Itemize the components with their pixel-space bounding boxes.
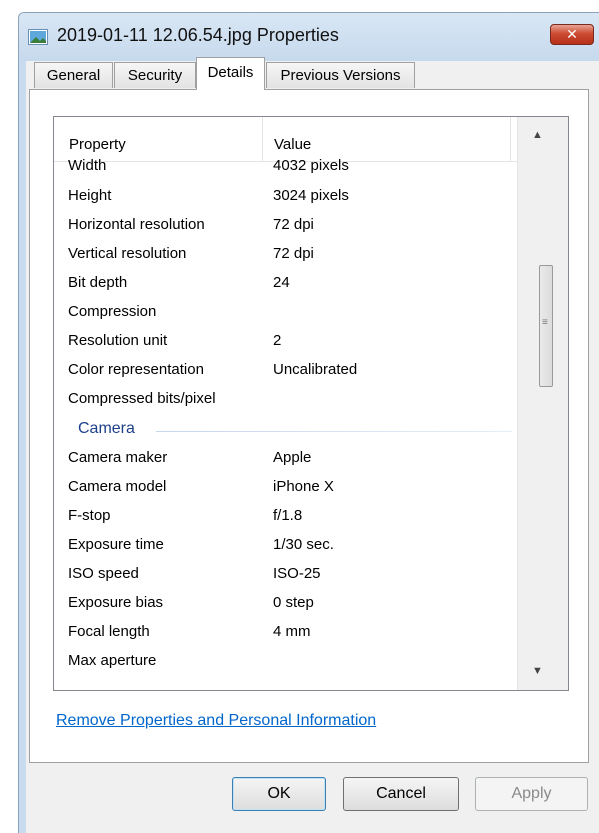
group-label: Camera xyxy=(78,420,135,437)
property-row[interactable]: Height 3024 pixels xyxy=(54,183,517,212)
property-value: 2 xyxy=(273,332,282,349)
cancel-button[interactable]: Cancel xyxy=(343,777,459,811)
property-name: Horizontal resolution xyxy=(68,216,205,233)
property-name: Compression xyxy=(68,303,157,320)
property-row[interactable]: ISO speed ISO-25 xyxy=(54,561,517,590)
image-file-icon xyxy=(28,29,48,45)
property-row[interactable]: Bit depth 24 xyxy=(54,270,517,299)
property-row[interactable]: Color representation Uncalibrated xyxy=(54,357,517,386)
property-name: Camera model xyxy=(68,478,167,495)
property-name: Focal length xyxy=(68,623,150,640)
property-row[interactable]: Max aperture xyxy=(54,648,517,677)
property-row[interactable]: Exposure time 1/30 sec. xyxy=(54,532,517,561)
window-title: 2019-01-11 12.06.54.jpg Properties xyxy=(57,25,339,45)
property-name: Vertical resolution xyxy=(68,245,187,262)
property-name: Color representation xyxy=(68,361,204,378)
property-row[interactable]: Compressed bits/pixel xyxy=(54,386,517,415)
property-row[interactable]: Vertical resolution 72 dpi xyxy=(54,241,517,270)
property-row[interactable]: Exposure bias 0 step xyxy=(54,590,517,619)
details-property-list[interactable]: Property Value Width 4032 pixels Height … xyxy=(53,116,569,691)
property-name: Camera maker xyxy=(68,449,168,466)
group-header-camera[interactable]: Camera xyxy=(54,415,517,445)
property-value: 4 mm xyxy=(273,623,311,640)
column-header-value[interactable]: Value xyxy=(274,136,311,153)
property-row[interactable]: Focal length 4 mm xyxy=(54,619,517,648)
close-button[interactable]: ✕ xyxy=(550,24,594,45)
scrollbar-grip-icon: ≡ xyxy=(542,317,548,328)
property-row[interactable]: Resolution unit 2 xyxy=(54,328,517,357)
property-name: Resolution unit xyxy=(68,332,168,349)
group-divider xyxy=(156,431,512,432)
remove-properties-link[interactable]: Remove Properties and Personal Informati… xyxy=(56,712,376,730)
property-value: 72 dpi xyxy=(273,245,314,262)
property-value: ISO-25 xyxy=(273,565,321,582)
tab-security[interactable]: Security xyxy=(114,62,196,88)
vertical-scrollbar[interactable] xyxy=(517,117,568,690)
ok-button[interactable]: OK xyxy=(232,777,326,811)
title-bar[interactable]: 2019-01-11 12.06.54.jpg Properties ✕ xyxy=(19,13,599,61)
property-row[interactable]: Compression xyxy=(54,299,517,328)
property-name: Exposure bias xyxy=(68,594,164,611)
property-name: Height xyxy=(68,187,112,204)
property-value: iPhone X xyxy=(273,478,334,495)
property-row[interactable]: Camera maker Apple xyxy=(54,445,517,474)
property-value: Apple xyxy=(273,449,312,466)
scroll-down-arrow-icon[interactable]: ▼ xyxy=(532,665,543,677)
property-name: ISO speed xyxy=(68,565,139,582)
property-rows: Width 4032 pixels Height 3024 pixels Hor… xyxy=(54,157,517,677)
tab-details[interactable]: Details xyxy=(196,57,265,90)
property-row[interactable]: Horizontal resolution 72 dpi xyxy=(54,212,517,241)
property-row[interactable]: F-stop f/1.8 xyxy=(54,503,517,532)
property-value: 4032 pixels xyxy=(273,157,349,174)
property-value: f/1.8 xyxy=(273,507,303,524)
property-value: Uncalibrated xyxy=(273,361,358,378)
column-header-row: Property Value xyxy=(54,117,517,162)
property-name: Compressed bits/pixel xyxy=(68,390,216,407)
property-value: 3024 pixels xyxy=(273,187,349,204)
apply-button[interactable]: Apply xyxy=(475,777,588,811)
column-divider[interactable] xyxy=(510,117,511,161)
property-name: Width xyxy=(68,157,107,174)
property-name: F-stop xyxy=(68,507,111,524)
column-header-property[interactable]: Property xyxy=(69,136,126,153)
property-name: Exposure time xyxy=(68,536,164,553)
tab-general[interactable]: General xyxy=(34,62,113,88)
property-name: Max aperture xyxy=(68,652,157,669)
property-row[interactable]: Camera model iPhone X xyxy=(54,474,517,503)
property-value: 0 step xyxy=(273,594,314,611)
property-value: 24 xyxy=(273,274,290,291)
property-value: 72 dpi xyxy=(273,216,314,233)
property-row[interactable]: Width 4032 pixels xyxy=(54,157,517,183)
scroll-up-arrow-icon[interactable]: ▲ xyxy=(532,129,543,141)
property-value: 1/30 sec. xyxy=(273,536,334,553)
column-divider[interactable] xyxy=(262,117,263,161)
property-name: Bit depth xyxy=(68,274,128,291)
tab-previous-versions[interactable]: Previous Versions xyxy=(266,62,415,88)
